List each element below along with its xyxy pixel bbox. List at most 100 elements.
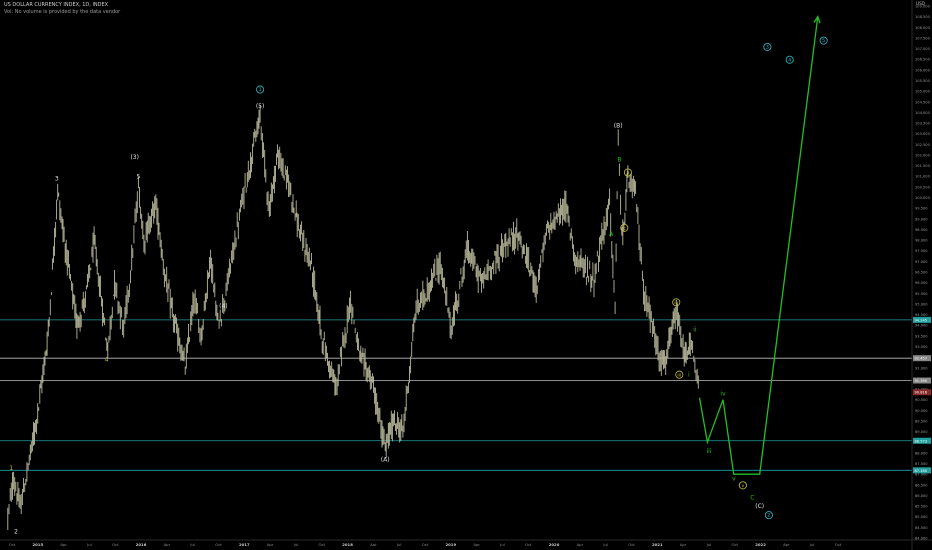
time-tick-label-10: Apr <box>267 542 274 547</box>
wave-label-25: 2 <box>767 513 770 519</box>
time-tick-label-32: Oct <box>835 542 842 547</box>
price-tick-label-14: 102.000 <box>915 153 931 157</box>
wave-label-3: 4 <box>105 356 109 363</box>
wave-label-24: (C) <box>755 503 764 510</box>
time-tick-label-23: Jul <box>602 542 608 547</box>
line-price-tag-text-0: 94.245 <box>915 318 928 322</box>
price-tick-label-29: 94.500 <box>915 313 928 317</box>
price-tick-label-49: 84.500 <box>915 526 928 530</box>
time-tick-label-13: 2018 <box>342 542 353 547</box>
wave-label-5: (3) <box>130 154 139 161</box>
price-tick-label-15: 101.500 <box>915 164 931 168</box>
price-tick-label-39: 89.500 <box>915 419 928 423</box>
price-tick-label-9: 104.500 <box>915 100 931 104</box>
wave-label-23: C <box>750 495 754 502</box>
line-price-tag-text-1: 92.457 <box>915 357 928 361</box>
price-tick-label-7: 105.500 <box>915 79 931 83</box>
line-price-tag-text-2: 91.390 <box>915 379 928 383</box>
price-tick-label-43: 87.500 <box>915 462 928 466</box>
time-tick-label-15: Jul <box>396 542 402 547</box>
time-tick-label-3: Jul <box>86 542 92 547</box>
price-tick-label-11: 103.500 <box>915 122 931 126</box>
price-tick-label-6: 106.000 <box>915 68 931 72</box>
chart-background <box>0 0 932 550</box>
time-tick-label-27: Jul <box>706 542 712 547</box>
price-tick-label-19: 99.500 <box>915 207 928 211</box>
price-tick-label-8: 105.000 <box>915 90 931 94</box>
wave-label-4: 5 <box>136 173 140 180</box>
price-tick-label-10: 104.000 <box>915 111 931 115</box>
time-tick-label-11: Jul <box>293 542 299 547</box>
price-tick-label-3: 107.500 <box>915 36 931 40</box>
wave-label-16: iii <box>677 372 681 378</box>
price-tick-label-48: 85.000 <box>915 515 928 519</box>
price-tick-label-45: 86.500 <box>915 483 928 487</box>
time-tick-label-4: Oct <box>112 542 119 547</box>
wave-label-8: 1 <box>259 87 262 93</box>
wave-label-0: 1 <box>9 465 13 472</box>
wave-label-17: ii <box>693 327 697 334</box>
price-tick-label-13: 102.500 <box>915 143 931 147</box>
price-tick-label-47: 85.500 <box>915 505 928 509</box>
time-tick-label-22: Apr <box>577 542 584 547</box>
price-tick-label-46: 86.000 <box>915 494 928 498</box>
price-tick-label-20: 99.000 <box>915 217 928 221</box>
time-tick-label-2: Apr <box>60 542 67 547</box>
price-tick-label-17: 100.500 <box>915 185 931 189</box>
price-tick-label-23: 97.500 <box>915 249 928 253</box>
price-tick-label-31: 93.500 <box>915 334 928 338</box>
price-tick-label-37: 90.500 <box>915 398 928 402</box>
price-tick-label-38: 90.000 <box>915 409 928 413</box>
wave-label-6: (4) <box>219 303 228 310</box>
time-tick-label-26: Apr <box>680 542 687 547</box>
line-price-tag-text-3: 88.573 <box>915 439 928 443</box>
time-tick-label-9: 2017 <box>239 542 250 547</box>
wave-label-1: 2 <box>14 529 18 536</box>
price-tick-label-42: 88.000 <box>915 451 928 455</box>
price-tick-label-28: 95.000 <box>915 302 928 306</box>
price-tick-label-12: 103.000 <box>915 132 931 136</box>
price-tick-label-34: 92.000 <box>915 366 928 370</box>
price-tick-label-2: 108.000 <box>915 26 931 30</box>
time-tick-label-18: Apr <box>473 542 480 547</box>
price-tick-label-21: 98.500 <box>915 228 928 232</box>
time-tick-label-25: 2021 <box>652 542 663 547</box>
time-tick-label-8: Oct <box>215 542 222 547</box>
wave-label-21: v <box>732 476 736 483</box>
price-tick-label-1: 108.500 <box>915 15 931 19</box>
price-tick-label-25: 96.500 <box>915 271 928 275</box>
time-tick-label-7: Jul <box>189 542 195 547</box>
time-tick-label-31: Jul <box>809 542 815 547</box>
time-tick-label-29: 2022 <box>755 542 766 547</box>
wave-label-2: 3 <box>55 175 59 182</box>
price-tick-label-16: 101.000 <box>915 175 931 179</box>
wave-label-28: 5 <box>822 38 825 44</box>
time-tick-label-16: Oct <box>422 542 429 547</box>
wave-label-22: v <box>742 484 745 489</box>
time-tick-label-20: Oct <box>525 542 532 547</box>
time-tick-label-5: 2016 <box>136 542 147 547</box>
time-tick-label-6: Apr <box>164 542 171 547</box>
wave-label-13: b <box>626 170 629 176</box>
current-price-tag-text-0: 90.816 <box>915 391 928 395</box>
price-tick-label-26: 96.000 <box>915 281 928 285</box>
price-tick-label-4: 107.000 <box>915 47 931 51</box>
time-tick-label-12: Oct <box>318 542 325 547</box>
time-tick-label-21: 2020 <box>549 542 560 547</box>
price-tick-label-18: 100.000 <box>915 196 931 200</box>
price-tick-label-22: 98.000 <box>915 239 928 243</box>
wave-label-12: B <box>617 156 621 163</box>
wave-label-19: iii <box>706 448 711 455</box>
time-tick-label-1: 2015 <box>33 542 44 547</box>
price-tick-label-24: 97.000 <box>915 260 928 264</box>
wave-label-26: 3 <box>766 45 769 51</box>
time-tick-label-0: Oct <box>9 542 16 547</box>
wave-label-9: (A) <box>381 456 390 463</box>
price-tick-label-40: 89.000 <box>915 430 928 434</box>
chart-canvas[interactable]: 12345(3)(4)(5)1(A)(B)ABbciviiiiiiiiiivvv… <box>0 0 932 550</box>
price-tick-label-32: 93.000 <box>915 345 928 349</box>
time-tick-label-19: Jul <box>499 542 505 547</box>
price-tick-label-5: 106.500 <box>915 58 931 62</box>
time-tick-label-14: Apr <box>370 542 377 547</box>
wave-label-20: iv <box>720 390 726 397</box>
